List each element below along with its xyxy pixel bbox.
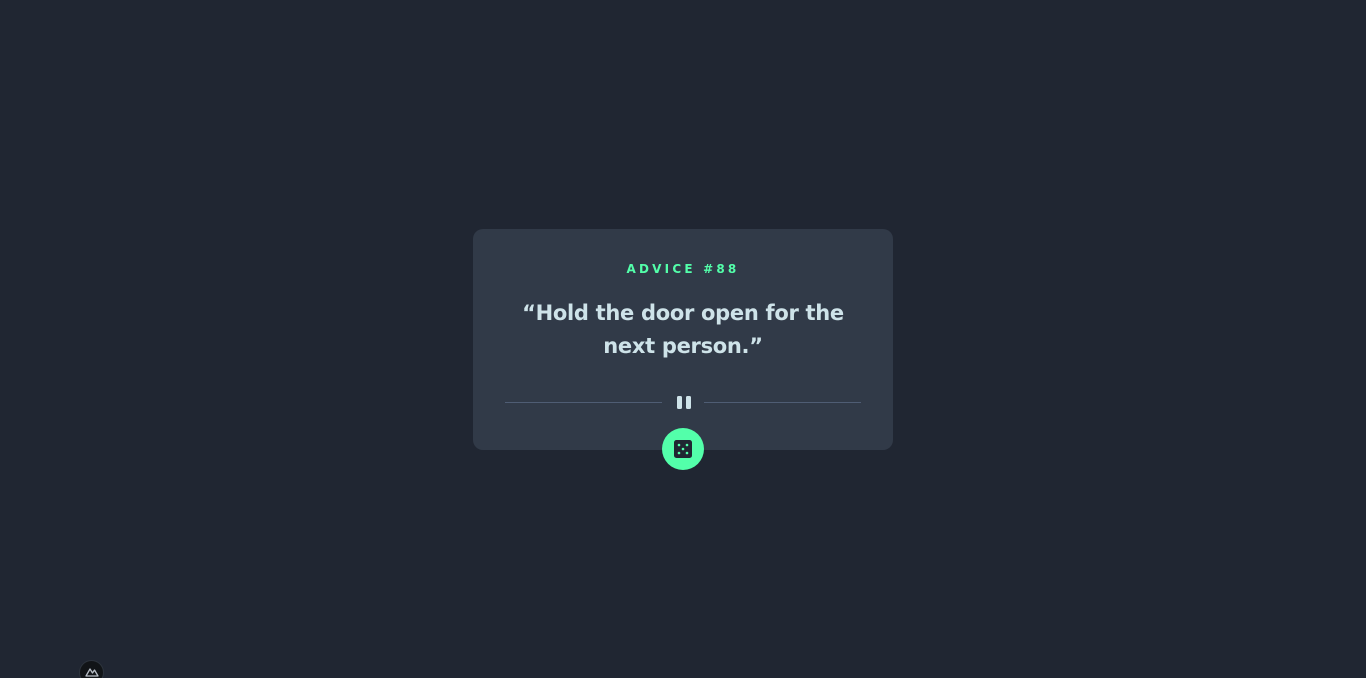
divider-line-right [704, 402, 861, 403]
advice-card: ADVICE #88 “Hold the door open for the n… [473, 229, 893, 450]
pause-bar-right [686, 396, 691, 409]
page: ADVICE #88 “Hold the door open for the n… [0, 0, 1366, 678]
dice-icon [674, 440, 692, 458]
advice-quote: “Hold the door open for the next person.… [522, 301, 844, 358]
devtools-toggle[interactable] [79, 660, 104, 678]
new-advice-button[interactable] [662, 428, 704, 470]
nuxt-logo-icon [85, 668, 99, 677]
divider-line-left [505, 402, 662, 403]
pause-bar-left [677, 396, 682, 409]
pause-icon [675, 396, 691, 410]
advice-id-label: ADVICE #88 [626, 262, 740, 276]
pattern-divider [505, 395, 861, 411]
